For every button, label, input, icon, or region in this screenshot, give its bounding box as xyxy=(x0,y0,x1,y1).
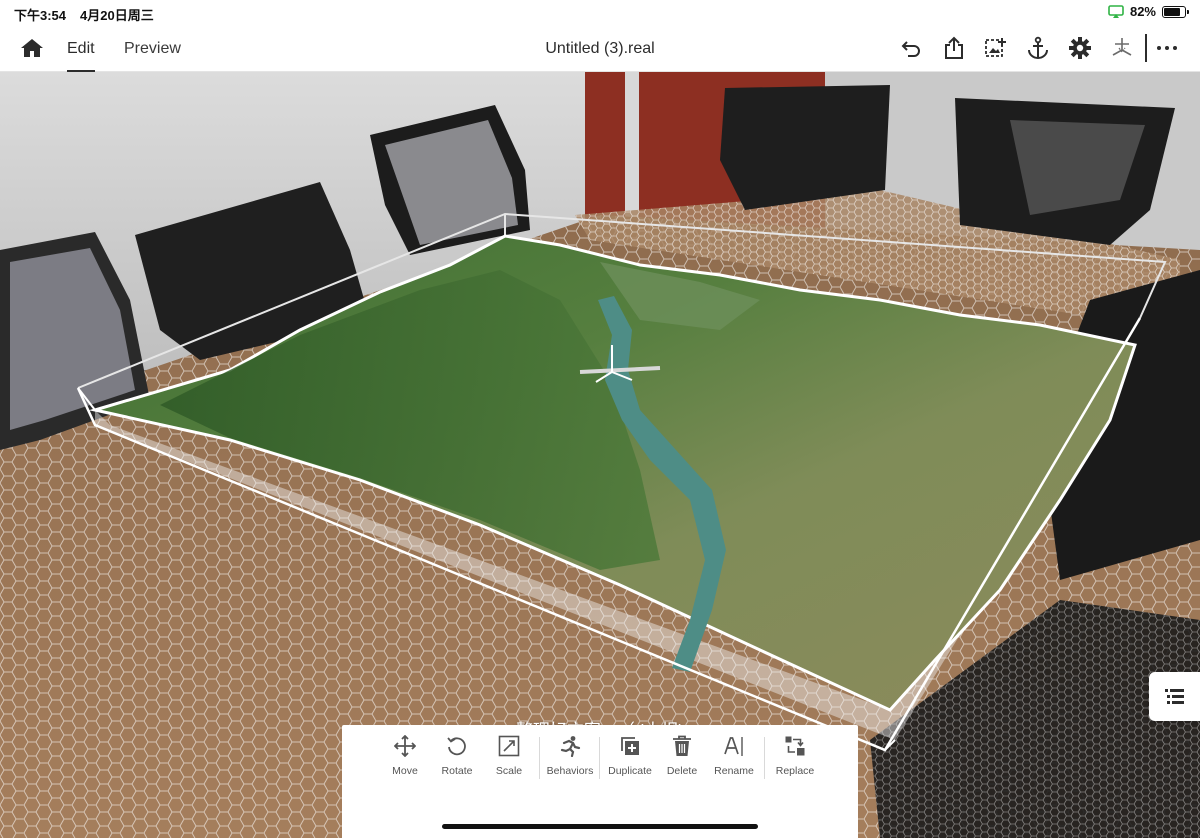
behaviors-label: Behaviors xyxy=(546,765,594,777)
trash-icon xyxy=(673,735,691,756)
ar-scene-illustration xyxy=(0,70,1200,838)
rename-button[interactable]: Rename xyxy=(706,735,762,777)
move-icon xyxy=(394,735,416,757)
gear-icon[interactable] xyxy=(1068,36,1092,60)
duplicate-label: Duplicate xyxy=(608,765,652,777)
battery-percent: 82% xyxy=(1129,4,1156,19)
status-time: 下午3:54 xyxy=(14,8,67,23)
ar-camera-view xyxy=(0,0,1200,838)
status-date: 4月20日周三 xyxy=(80,8,154,23)
duplicate-icon xyxy=(621,737,639,755)
document-title: Untitled (3).real xyxy=(545,40,655,57)
battery-icon xyxy=(1162,5,1189,18)
undo-icon[interactable] xyxy=(899,36,923,60)
battery-level-fill xyxy=(1164,7,1180,16)
behaviors-icon xyxy=(560,736,581,757)
action-separator xyxy=(764,737,765,779)
app-toolbar: Edit Preview Untitled (3).real xyxy=(0,24,1200,72)
replace-icon xyxy=(785,736,805,756)
status-bar: 下午3:54 4月20日周三 82% xyxy=(0,0,1200,24)
anchor-icon[interactable] xyxy=(1026,36,1050,60)
delete-label: Delete xyxy=(666,765,698,777)
screen-mirroring-icon xyxy=(1108,4,1124,18)
add-image-icon[interactable] xyxy=(984,36,1008,60)
share-icon[interactable] xyxy=(942,36,966,60)
move-label: Move xyxy=(392,765,418,777)
duplicate-button[interactable]: Duplicate xyxy=(602,735,658,777)
list-icon xyxy=(1165,689,1184,704)
delete-button[interactable]: Delete xyxy=(654,735,710,777)
move-button[interactable]: Move xyxy=(377,735,433,777)
scale-button[interactable]: Scale xyxy=(481,735,537,777)
scale-label: Scale xyxy=(495,765,523,777)
rotate-button[interactable]: Rotate xyxy=(429,735,485,777)
status-right-group: 82% xyxy=(1108,4,1189,19)
rotate-label: Rotate xyxy=(441,765,473,777)
ar-axes-icon[interactable] xyxy=(1110,36,1134,60)
rename-icon xyxy=(724,737,743,756)
object-action-bar: Move Rotate Scale Behaviors Duplicate De… xyxy=(342,725,858,838)
replace-label: Replace xyxy=(775,765,815,777)
behaviors-button[interactable]: Behaviors xyxy=(542,735,598,777)
more-icon[interactable] xyxy=(1157,46,1177,50)
rename-label: Rename xyxy=(714,765,754,777)
home-indicator[interactable] xyxy=(442,824,758,829)
action-separator xyxy=(539,737,540,779)
toolbar-divider xyxy=(1145,34,1147,62)
scale-icon xyxy=(498,735,520,757)
rotate-icon xyxy=(447,737,466,756)
action-separator xyxy=(599,737,600,779)
scene-outline-button[interactable] xyxy=(1149,672,1200,721)
replace-button[interactable]: Replace xyxy=(767,735,823,777)
